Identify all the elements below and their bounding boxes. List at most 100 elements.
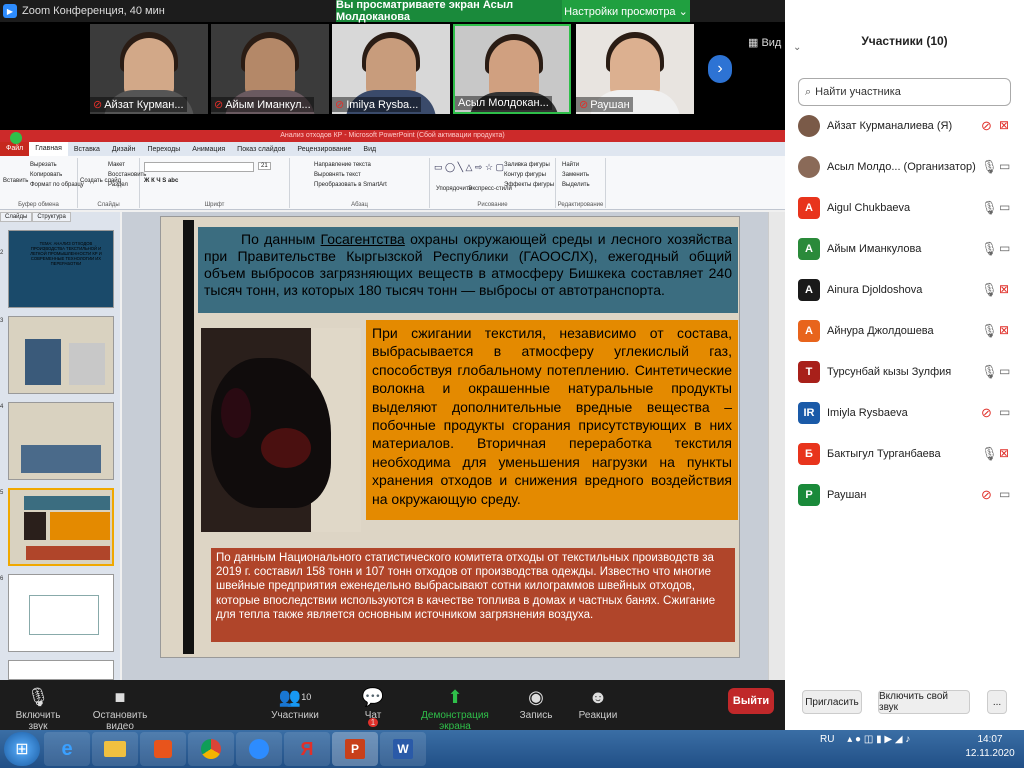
video-tile[interactable]: ⊘ Раушан [576, 24, 694, 114]
slide-thumbnail[interactable] [8, 402, 114, 480]
participant-row[interactable]: Б Бактыгул Турганбаева 🎙 ⊠ [785, 436, 1024, 476]
camera-icon[interactable]: ▭ [999, 487, 1010, 501]
share-screen-button[interactable]: ⬆ Демонстрация экрана [406, 684, 504, 732]
unmute-button[interactable]: 🎙 Включить звук [6, 684, 70, 732]
tab-view[interactable]: Вид [357, 146, 382, 153]
smartart-button[interactable]: Преобразовать в SmartArt [314, 182, 387, 188]
copy-button[interactable]: Копировать [30, 172, 62, 178]
mic-icon[interactable]: 🎙 [981, 323, 998, 339]
cut-button[interactable]: Вырезать [30, 162, 57, 168]
mic-icon[interactable]: 🎙 [981, 282, 998, 298]
word-icon[interactable]: W [380, 732, 426, 766]
next-page-arrow-icon[interactable]: › [708, 55, 732, 83]
taskbar-clock[interactable]: 14:07 12.11.2020 [962, 733, 1018, 761]
slide-thumbnail[interactable] [8, 316, 114, 394]
language-indicator[interactable]: RU [820, 734, 834, 745]
zoom-app-icon[interactable] [236, 732, 282, 766]
shape-fill-button[interactable]: Заливка фигуры [504, 162, 550, 168]
camera-off-icon[interactable]: ⊠ [999, 282, 1009, 296]
camera-icon[interactable]: ▭ [999, 200, 1010, 214]
text-direction-button[interactable]: Направление текста [314, 162, 371, 168]
view-button[interactable]: ▦ Вид [748, 36, 781, 49]
camera-icon[interactable]: ▭ [999, 405, 1010, 419]
tab-outline[interactable]: Структура [32, 212, 71, 222]
chrome-icon[interactable] [188, 732, 234, 766]
mic-muted-icon[interactable]: ⊘ [981, 118, 992, 134]
camera-icon[interactable]: ▭ [999, 241, 1010, 255]
video-tile[interactable]: ⊘ Айым Иманкул... [211, 24, 329, 114]
participant-row[interactable]: А Айым Иманкулова 🎙 ▭ [785, 231, 1024, 271]
camera-off-icon[interactable]: ⊠ [999, 118, 1009, 132]
chat-button[interactable]: 💬1 Чат [360, 684, 386, 727]
section-button[interactable]: Раздел [108, 182, 128, 188]
view-options-button[interactable]: Настройки просмотра ⌄ [562, 0, 690, 22]
slide-thumbnail[interactable] [8, 574, 114, 652]
yandex-icon[interactable]: Я [284, 732, 330, 766]
invite-button[interactable]: Пригласить [802, 690, 862, 714]
shape-effects-button[interactable]: Эффекты фигуры [504, 182, 554, 188]
slide-thumbnail[interactable]: ТЕМА: АНАЛИЗ ОТХОДОВ ПРОИЗВОДСТВА ТЕКСТИ… [8, 230, 114, 308]
participant-row[interactable]: Айзат Курманалиева (Я) ⊘ ⊠ [785, 108, 1024, 148]
tab-design[interactable]: Дизайн [106, 146, 142, 153]
mic-muted-icon[interactable]: ⊘ [981, 487, 992, 503]
mic-icon[interactable]: 🎙 [981, 364, 998, 380]
shapes-gallery[interactable]: ▭ ◯ ╲ △ ⇨ ☆ ▢ [434, 162, 504, 173]
camera-icon[interactable]: ▭ [999, 159, 1010, 173]
tray-icons[interactable]: ▴ ● ◫ ▮ ▶ ◢ ♪ [847, 734, 910, 745]
mic-icon[interactable]: 🎙 [981, 446, 998, 462]
slide-textbox-orange[interactable]: При сжигании текстиля, независимо от сос… [366, 320, 738, 520]
slide-textbox-top[interactable]: По данным Госагентства охраны окружающей… [198, 227, 738, 313]
leave-meeting-button[interactable]: Выйти [728, 688, 774, 714]
participant-row[interactable]: IR Imiyla Rysbaeva ⊘ ▭ [785, 395, 1024, 435]
video-tile[interactable]: ⊘ Айзат Курман... [90, 24, 208, 114]
participants-button[interactable]: 👥10 Участники [268, 684, 322, 721]
participant-row[interactable]: Асыл Молдо... (Организатор) 🎙 ▭ [785, 149, 1024, 189]
slide-textbox-bottom[interactable]: По данным Национального статистического … [211, 548, 735, 642]
reactions-button[interactable]: ☻ Реакции [576, 684, 620, 721]
tab-file[interactable]: Файл [0, 142, 30, 156]
video-tile-active-speaker[interactable]: Асыл Молдокан... [453, 24, 571, 114]
format-painter-button[interactable]: Формат по образцу [30, 182, 84, 188]
tab-home[interactable]: Главная [29, 142, 68, 156]
camera-off-icon[interactable]: ⊠ [999, 446, 1009, 460]
font-family-select[interactable] [144, 162, 254, 172]
mic-icon[interactable]: 🎙 [981, 200, 998, 216]
font-size-select[interactable]: 21 [258, 162, 271, 170]
replace-button[interactable]: Заменить [562, 172, 589, 178]
find-button[interactable]: Найти [562, 162, 579, 168]
paste-button[interactable]: Вставить [3, 178, 28, 184]
tab-animation[interactable]: Анимация [186, 146, 231, 153]
unmute-self-button[interactable]: Включить свой звук [878, 690, 970, 714]
mic-icon[interactable]: 🎙 [981, 159, 998, 175]
camera-icon[interactable]: ▭ [999, 364, 1010, 378]
tab-insert[interactable]: Вставка [68, 146, 106, 153]
participant-row[interactable]: A Aigul Chukbaeva 🎙 ▭ [785, 190, 1024, 230]
record-button[interactable]: ◉ Запись [516, 684, 556, 721]
participant-row[interactable]: А Айнура Джолдошева 🎙 ⊠ [785, 313, 1024, 353]
slide-photo[interactable] [201, 328, 361, 532]
start-button-icon[interactable]: ⊞ [4, 732, 40, 766]
ie-browser-icon[interactable]: e [44, 732, 90, 766]
tab-slides[interactable]: Слайды [0, 212, 33, 222]
arrange-button[interactable]: Упорядочить [436, 186, 472, 192]
participant-row[interactable]: Т Турсунбай кызы Зулфия 🎙 ▭ [785, 354, 1024, 394]
more-options-button[interactable]: ... [987, 690, 1007, 714]
align-text-button[interactable]: Выровнять текст [314, 172, 361, 178]
mic-muted-icon[interactable]: ⊘ [981, 405, 992, 421]
media-player-icon[interactable] [140, 732, 186, 766]
tab-review[interactable]: Рецензирование [291, 146, 357, 153]
file-explorer-icon[interactable] [92, 732, 138, 766]
tab-transitions[interactable]: Переходы [141, 146, 186, 153]
tab-slideshow[interactable]: Показ слайдов [231, 146, 291, 153]
participant-row[interactable]: A Ainura Djoldoshova 🎙 ⊠ [785, 272, 1024, 312]
participant-search-input[interactable]: ⌕ Найти участника [798, 78, 1011, 106]
vertical-scrollbar[interactable] [768, 212, 785, 680]
slide-thumbnail-selected[interactable] [8, 488, 114, 566]
stop-video-button[interactable]: ■ Остановить видео [80, 684, 160, 732]
slide-thumbnail[interactable] [8, 660, 114, 680]
select-button[interactable]: Выделить [562, 182, 590, 188]
powerpoint-icon[interactable]: P [332, 732, 378, 766]
mic-icon[interactable]: 🎙 [981, 241, 998, 257]
camera-off-icon[interactable]: ⊠ [999, 323, 1009, 337]
font-format-buttons[interactable]: Ж К Ч S abc [144, 178, 178, 184]
